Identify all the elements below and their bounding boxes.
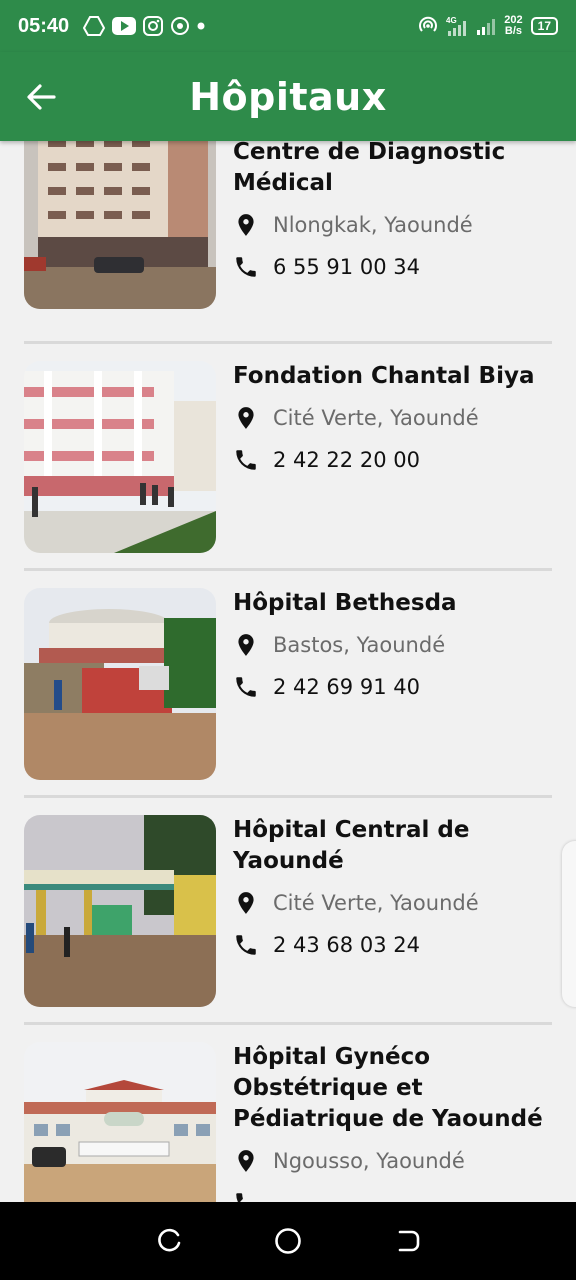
hospital-location: Cité Verte, Yaoundé — [273, 406, 479, 430]
arrow-left-icon[interactable] — [24, 80, 58, 114]
hospital-location: Nlongkak, Yaoundé — [273, 213, 473, 237]
hospital-photo — [24, 141, 216, 309]
location-row: Nlongkak, Yaoundé — [233, 209, 553, 241]
phone-icon — [236, 257, 256, 277]
hospital-location: Ngousso, Yaoundé — [273, 1149, 465, 1173]
phone-icon — [236, 935, 256, 955]
list-item[interactable]: Fondation Chantal Biya Cité Verte, Yaoun… — [24, 344, 552, 571]
hospital-info: Centre de Diagnostic Médical Nlongkak, Y… — [233, 141, 553, 283]
phone-row[interactable]: 2 43 68 03 24 — [233, 929, 553, 961]
scroll-indicator[interactable] — [562, 841, 576, 1007]
signal-icon — [477, 19, 496, 35]
phone-row[interactable]: 2 42 69 91 40 — [233, 671, 553, 703]
list-item[interactable]: Hôpital Central de Yaoundé Cité Verte, Y… — [24, 798, 552, 1025]
back-icon[interactable] — [392, 1226, 422, 1256]
battery-level: 17 — [537, 19, 551, 33]
notification-icons — [83, 16, 205, 36]
system-nav-bar — [0, 1202, 576, 1280]
phone-row[interactable] — [233, 1187, 553, 1202]
phone-row[interactable]: 6 55 91 00 34 — [233, 251, 553, 283]
phone-icon — [236, 677, 256, 697]
svg-text:4G: 4G — [446, 16, 457, 25]
location-row: Bastos, Yaoundé — [233, 629, 553, 661]
drive-icon — [83, 16, 106, 36]
network-speed: 202 B/s — [504, 15, 522, 37]
hospital-info: Hôpital Gynéco Obstétrique et Pédiatriqu… — [233, 1042, 553, 1202]
status-bar: 05:40 4G 202 B/s 17 — [0, 0, 576, 52]
hospital-name: Centre de Diagnostic Médical — [233, 141, 506, 196]
recents-icon[interactable] — [154, 1226, 184, 1256]
status-time: 05:40 — [18, 14, 70, 37]
hotspot-icon — [419, 16, 438, 32]
hospital-name: Hôpital Central de Yaoundé — [233, 817, 470, 874]
location-pin-icon — [238, 1150, 254, 1172]
hospital-phone[interactable]: 6 55 91 00 34 — [273, 255, 420, 279]
hospital-info: Hôpital Bethesda Bastos, Yaoundé 2 42 69… — [233, 588, 553, 703]
hospital-phone[interactable]: 2 42 69 91 40 — [273, 675, 420, 699]
dot-icon — [197, 22, 205, 30]
hospital-photo — [24, 588, 216, 780]
home-icon[interactable] — [273, 1226, 303, 1256]
hospital-info: Fondation Chantal Biya Cité Verte, Yaoun… — [233, 361, 553, 476]
battery-icon: 17 — [530, 17, 558, 35]
phone-row[interactable]: 2 42 22 20 00 — [233, 444, 553, 476]
hospital-phone[interactable]: 2 42 22 20 00 — [273, 448, 420, 472]
location-row: Cité Verte, Yaoundé — [233, 402, 553, 434]
app-bar: Hôpitaux — [0, 52, 576, 141]
location-pin-icon — [238, 634, 254, 656]
location-row: Ngousso, Yaoundé — [233, 1145, 553, 1177]
phone-icon — [236, 1193, 243, 1202]
instagram-icon — [143, 16, 164, 36]
phone-icon — [236, 450, 256, 470]
hospital-name: Hôpital Bethesda — [233, 590, 457, 616]
location-pin-icon — [238, 407, 254, 429]
list-item[interactable]: Hôpital Bethesda Bastos, Yaoundé 2 42 69… — [24, 571, 552, 798]
location-pin-icon — [238, 892, 254, 914]
hospital-location: Bastos, Yaoundé — [273, 633, 446, 657]
hospital-location: Cité Verte, Yaoundé — [273, 891, 479, 915]
hospital-name: Hôpital Gynéco Obstétrique et Pédiatriqu… — [233, 1044, 543, 1132]
location-row: Cité Verte, Yaoundé — [233, 887, 553, 919]
signal-4g-icon: 4G — [446, 16, 467, 36]
hospital-phone[interactable]: 2 43 68 03 24 — [273, 933, 420, 957]
list-item[interactable]: Hôpital Gynéco Obstétrique et Pédiatriqu… — [24, 1025, 552, 1202]
hospital-photo — [24, 815, 216, 1007]
page-title: Hôpitaux — [189, 74, 387, 119]
location-pin-icon — [238, 214, 254, 236]
hospital-photo — [24, 1042, 216, 1202]
youtube-icon — [112, 17, 137, 35]
hospital-photo — [24, 361, 216, 553]
system-status-icons: 4G 202 B/s 17 — [418, 15, 558, 37]
network-speed-unit: B/s — [504, 25, 523, 37]
hospital-info: Hôpital Central de Yaoundé Cité Verte, Y… — [233, 815, 553, 961]
hospital-name: Fondation Chantal Biya — [233, 363, 535, 389]
list-item[interactable]: Centre de Diagnostic Médical Nlongkak, Y… — [24, 141, 552, 344]
hotspot-icon — [171, 17, 190, 35]
hospital-list[interactable]: Centre de Diagnostic Médical Nlongkak, Y… — [0, 141, 576, 1202]
